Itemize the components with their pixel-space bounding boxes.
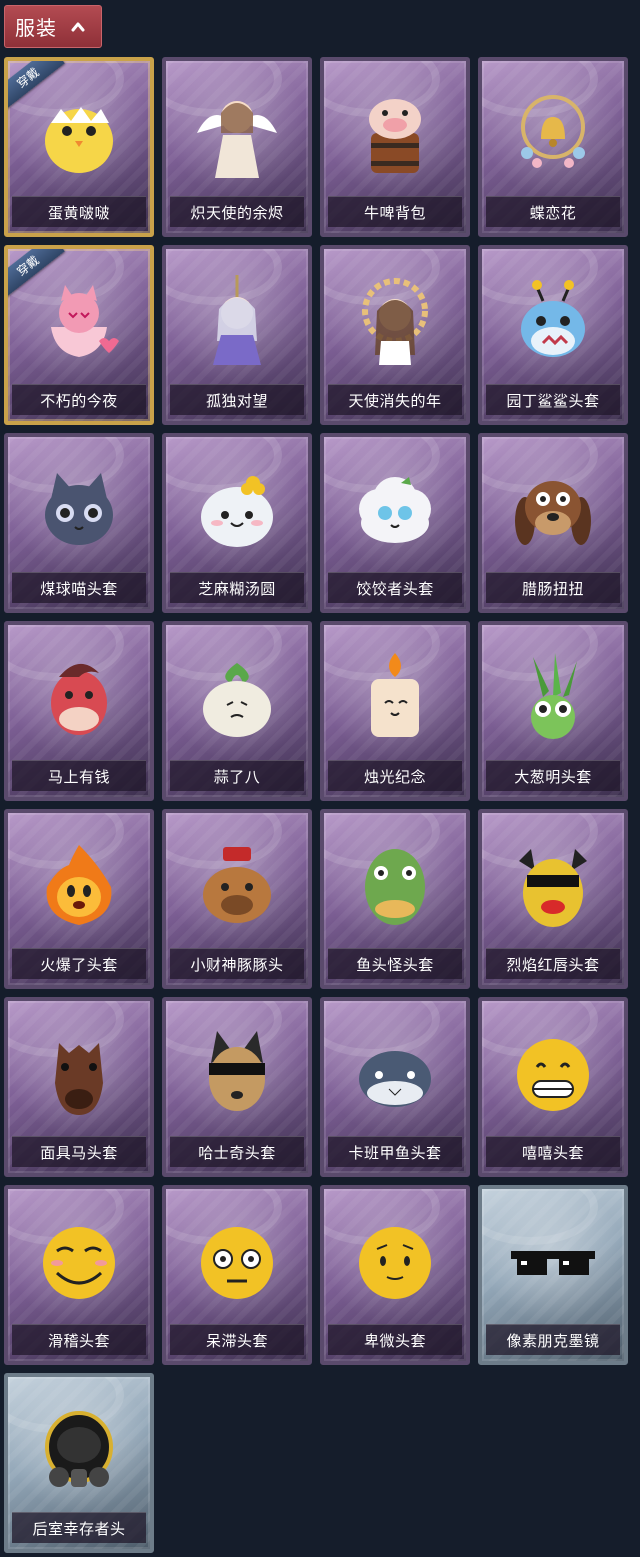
shark-bee-icon <box>482 255 624 387</box>
outfit-name: 蛋黄啵啵 <box>12 196 146 227</box>
outfit-card[interactable]: 蛋黄啵啵 穿戴 <box>4 57 154 237</box>
dumpling-icon <box>166 443 308 575</box>
humble-emoji-icon <box>324 1195 466 1327</box>
outfit-name: 不朽的今夜 <box>12 384 146 415</box>
outfit-card[interactable]: 腊肠扭扭 <box>478 433 628 613</box>
outfit-card[interactable]: 芝麻糊汤圆 <box>162 433 312 613</box>
outfit-card[interactable]: 鱼头怪头套 <box>320 809 470 989</box>
outfit-card[interactable]: 牛啤背包 <box>320 57 470 237</box>
outfit-name: 大葱明头套 <box>486 760 620 791</box>
candle-icon <box>324 631 466 763</box>
fish-mask-icon <box>324 819 466 951</box>
round-fish-icon <box>324 1007 466 1139</box>
outfit-card[interactable]: 嘻嘻头套 <box>478 997 628 1177</box>
outfit-name: 卑微头套 <box>328 1324 462 1355</box>
outfit-card[interactable]: 呆滞头套 <box>162 1185 312 1365</box>
outfit-card[interactable]: 像素朋克墨镜 <box>478 1185 628 1365</box>
angel-figure-icon <box>166 67 308 199</box>
outfit-name: 像素朋克墨镜 <box>486 1324 620 1355</box>
outfit-card[interactable]: 蒜了八 <box>162 621 312 801</box>
outfit-card[interactable]: 大葱明头套 <box>478 621 628 801</box>
outfit-card[interactable]: 马上有钱 <box>4 621 154 801</box>
outfit-card[interactable]: 卡班甲鱼头套 <box>320 997 470 1177</box>
outfit-name: 芝麻糊汤圆 <box>170 572 304 603</box>
outfit-card[interactable]: 煤球喵头套 <box>4 433 154 613</box>
outfit-name: 天使消失的年 <box>328 384 462 415</box>
outfit-name: 腊肠扭扭 <box>486 572 620 603</box>
halo-doll-icon <box>324 255 466 387</box>
outfit-card[interactable]: 蝶恋花 <box>478 57 628 237</box>
outfit-name: 饺饺者头套 <box>328 572 462 603</box>
capybara-icon <box>166 819 308 951</box>
outfit-name: 烈焰红唇头套 <box>486 948 620 979</box>
outfit-card[interactable]: 后室幸存者头 <box>4 1373 154 1553</box>
outfit-section-tab[interactable]: 服装 <box>4 5 102 48</box>
outfit-card[interactable]: 面具马头套 <box>4 997 154 1177</box>
outfit-card[interactable]: 小财神豚豚头 <box>162 809 312 989</box>
outfit-name: 炽天使的余烬 <box>170 196 304 227</box>
outfit-card[interactable]: 烛光纪念 <box>320 621 470 801</box>
husky-icon <box>166 1007 308 1139</box>
outfit-name: 园丁鲨鲨头套 <box>486 384 620 415</box>
outfit-name: 嘻嘻头套 <box>486 1136 620 1167</box>
cloud-head-icon <box>324 443 466 575</box>
outfit-card[interactable]: 不朽的今夜 穿戴 <box>4 245 154 425</box>
outfit-card[interactable]: 天使消失的年 <box>320 245 470 425</box>
outfit-name: 孤独对望 <box>170 384 304 415</box>
dog-head-icon <box>482 443 624 575</box>
outfit-grid: 蛋黄啵啵 穿戴 炽天使的余烬 牛啤背包 蝶恋花不朽的今夜 穿戴 孤独对望 天使消失的年 园丁鲨鲨… <box>4 57 628 1553</box>
outfit-name: 哈士奇头套 <box>170 1136 304 1167</box>
fire-ball-icon <box>8 819 150 951</box>
outfit-name: 马上有钱 <box>12 760 146 791</box>
outfit-card[interactable]: 烈焰红唇头套 <box>478 809 628 989</box>
outfit-section-title: 服装 <box>15 16 57 40</box>
outfit-card[interactable]: 哈士奇头套 <box>162 997 312 1177</box>
outfit-card[interactable]: 卑微头套 <box>320 1185 470 1365</box>
outfit-card[interactable]: 滑稽头套 <box>4 1185 154 1365</box>
pixel-glasses-icon <box>482 1195 624 1327</box>
outfit-name: 卡班甲鱼头套 <box>328 1136 462 1167</box>
outfit-card[interactable]: 炽天使的余烬 <box>162 57 312 237</box>
outfit-card[interactable]: 饺饺者头套 <box>320 433 470 613</box>
outfit-name: 小财神豚豚头 <box>170 948 304 979</box>
outfit-card[interactable]: 火爆了头套 <box>4 809 154 989</box>
smirk-emoji-icon <box>8 1195 150 1327</box>
bell-charm-icon <box>482 67 624 199</box>
garlic-icon <box>166 631 308 763</box>
cow-barrel-icon <box>324 67 466 199</box>
yellow-mask-icon <box>482 819 624 951</box>
doll-charm-icon <box>166 255 308 387</box>
gas-mask-icon <box>8 1383 150 1515</box>
outfit-name: 呆滞头套 <box>170 1324 304 1355</box>
cat-head-icon <box>8 443 150 575</box>
stare-emoji-icon <box>166 1195 308 1327</box>
outfit-name: 烛光纪念 <box>328 760 462 791</box>
scallion-icon <box>482 631 624 763</box>
outfit-name: 后室幸存者头 <box>12 1512 146 1543</box>
outfit-name: 鱼头怪头套 <box>328 948 462 979</box>
outfit-name: 蝶恋花 <box>486 196 620 227</box>
red-horse-icon <box>8 631 150 763</box>
outfit-name: 煤球喵头套 <box>12 572 146 603</box>
outfit-name: 火爆了头套 <box>12 948 146 979</box>
grin-emoji-icon <box>482 1007 624 1139</box>
chevron-up-icon <box>71 22 85 31</box>
outfit-card[interactable]: 孤独对望 <box>162 245 312 425</box>
horse-mask-icon <box>8 1007 150 1139</box>
outfit-name: 滑稽头套 <box>12 1324 146 1355</box>
outfit-name: 蒜了八 <box>170 760 304 791</box>
outfit-name: 牛啤背包 <box>328 196 462 227</box>
outfit-card[interactable]: 园丁鲨鲨头套 <box>478 245 628 425</box>
outfit-name: 面具马头套 <box>12 1136 146 1167</box>
